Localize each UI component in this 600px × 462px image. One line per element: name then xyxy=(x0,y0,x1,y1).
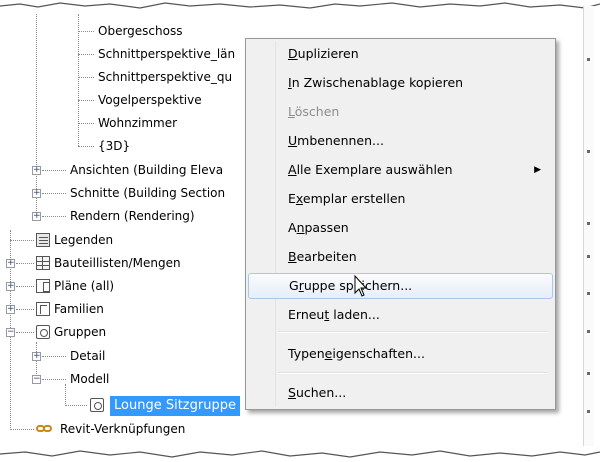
sheet-icon xyxy=(36,279,50,293)
menu-item-text: Erneu xyxy=(288,307,325,322)
tree-item-modell[interactable]: Modell xyxy=(68,369,111,389)
tree-item-label: {3D} xyxy=(98,139,131,153)
tree-item-view[interactable]: Wohnzimmer xyxy=(96,113,179,133)
menu-separator xyxy=(278,331,548,333)
tree-item-bauteillisten[interactable]: Bauteillisten/Mengen xyxy=(52,253,183,273)
menu-item-text: A xyxy=(288,220,297,235)
tree-item-ansichten[interactable]: Ansichten (Building Eleva xyxy=(68,160,225,180)
menu-item[interactable]: In Zwischenablage kopieren xyxy=(248,70,553,96)
tree-item-label: Bauteillisten/Mengen xyxy=(54,256,181,270)
menu-item[interactable]: Gruppe speichern... xyxy=(248,273,553,299)
collapse-toggle[interactable]: − xyxy=(6,328,15,337)
tree-item-label: Legenden xyxy=(54,233,114,247)
tree-item-label: Lounge Sitzgruppe xyxy=(110,396,240,416)
schedule-icon xyxy=(36,256,50,270)
tree-item-label: Schnittperspektive_län xyxy=(98,47,236,61)
submenu-arrow-icon: ▶ xyxy=(534,165,541,175)
tree-item-view[interactable]: Schnittperspektive_län xyxy=(96,44,237,64)
group-icon xyxy=(90,398,104,412)
expand-toggle[interactable]: + xyxy=(6,305,15,314)
menu-item-text: G xyxy=(289,278,299,293)
menu-item[interactable]: Duplizieren xyxy=(248,41,553,67)
tree-item-label: Obergeschoss xyxy=(98,24,183,38)
menu-item-text: earbeiten xyxy=(296,249,357,264)
menu-item-text: n Zwischenablage kopieren xyxy=(291,75,464,90)
menu-separator xyxy=(278,372,548,374)
menu-item-text: laden... xyxy=(329,307,380,322)
tree-item-rendern[interactable]: Rendern (Rendering) xyxy=(68,206,197,226)
menu-item-text: igenschaften... xyxy=(332,346,425,361)
menu-item-text: uplizieren xyxy=(297,46,359,61)
tree-item-gruppen[interactable]: Gruppen xyxy=(52,322,108,342)
tree-item-label: Revit-Verknüpfungen xyxy=(60,422,186,436)
menu-item-text: uchen... xyxy=(295,385,347,400)
menu-item-accelerator: S xyxy=(288,385,296,400)
menu-item-text: E xyxy=(288,191,296,206)
tree-item-view[interactable]: {3D} xyxy=(96,136,132,156)
tree-item-label: Modell xyxy=(70,372,110,386)
tree-item-lounge-sitzgruppe[interactable]: Lounge Sitzgruppe xyxy=(110,395,240,416)
menu-item-text: Typen xyxy=(288,346,325,361)
tree-item-revit-verknuepfungen[interactable]: Revit-Verknüpfungen xyxy=(58,419,187,439)
mouse-pointer-icon xyxy=(354,275,368,297)
legend-icon xyxy=(36,233,50,247)
menu-item-text: passen xyxy=(304,220,349,235)
menu-item-accelerator: A xyxy=(288,162,297,177)
menu-item-accelerator: B xyxy=(288,249,297,264)
expand-toggle[interactable]: + xyxy=(32,166,41,175)
menu-item[interactable]: Suchen... xyxy=(248,380,553,406)
menu-item[interactable]: Erneut laden... xyxy=(248,302,553,328)
expand-toggle[interactable]: + xyxy=(6,259,15,268)
tree-item-label: Ansichten (Building Eleva xyxy=(70,163,224,177)
tree-item-label: Detail xyxy=(70,349,106,363)
menu-item-accelerator: L xyxy=(288,104,295,119)
expand-toggle[interactable]: + xyxy=(32,189,41,198)
tree-item-label: Rendern (Rendering) xyxy=(70,209,195,223)
menu-item-accelerator: n xyxy=(296,220,305,235)
tree-item-view[interactable]: Obergeschoss xyxy=(96,21,184,41)
menu-item[interactable]: Löschen xyxy=(248,99,553,125)
menu-item[interactable]: Typeneigenschaften... xyxy=(248,341,553,367)
menu-item[interactable]: Exemplar erstellen xyxy=(248,186,553,212)
collapse-toggle[interactable]: − xyxy=(32,375,41,384)
menu-item-accelerator: U xyxy=(288,133,298,148)
menu-item[interactable]: Anpassen xyxy=(248,215,553,241)
tree-item-view[interactable]: Vogelperspektive xyxy=(96,90,204,110)
menu-item-accelerator: x xyxy=(295,191,303,206)
tree-item-schnitte[interactable]: Schnitte (Building Section xyxy=(68,183,227,203)
expand-toggle[interactable]: + xyxy=(32,352,41,361)
group-icon xyxy=(36,325,50,339)
family-icon xyxy=(36,302,50,316)
menu-item[interactable]: Bearbeiten xyxy=(248,244,553,270)
menu-item-accelerator: D xyxy=(288,46,298,61)
tree-item-label: Gruppen xyxy=(54,325,107,339)
context-menu: Duplizieren In Zwischenablage kopieren Lös… xyxy=(245,38,556,410)
tree-item-label: Wohnzimmer xyxy=(98,116,178,130)
expand-toggle[interactable]: + xyxy=(6,282,15,291)
menu-item[interactable]: Umbenennen... xyxy=(248,128,553,154)
expand-toggle[interactable]: + xyxy=(32,212,41,221)
menu-item-text: lle Exemplare auswählen xyxy=(296,162,453,177)
tree-item-label: Schnitte (Building Section xyxy=(70,186,226,200)
tree-item-label: Vogelperspektive xyxy=(98,93,202,107)
tree-item-label: Schnittperspektive_qu xyxy=(98,70,233,84)
tree-item-detail[interactable]: Detail xyxy=(68,346,107,366)
menu-item-text: mbenennen... xyxy=(297,133,384,148)
menu-item-text: öschen xyxy=(294,104,340,119)
tree-item-label: Pläne (all) xyxy=(54,279,115,293)
tree-item-label: Familien xyxy=(54,302,104,316)
tree-item-plaene[interactable]: Pläne (all) xyxy=(52,276,116,296)
menu-item[interactable]: Alle Exemplare auswählen ▶ xyxy=(248,157,553,183)
tree-item-view[interactable]: Schnittperspektive_qu xyxy=(96,67,234,87)
tree-item-legenden[interactable]: Legenden xyxy=(52,230,115,250)
tree-item-familien[interactable]: Familien xyxy=(52,299,106,319)
menu-item-text: emplar erstellen xyxy=(302,191,406,206)
link-icon xyxy=(36,424,54,434)
